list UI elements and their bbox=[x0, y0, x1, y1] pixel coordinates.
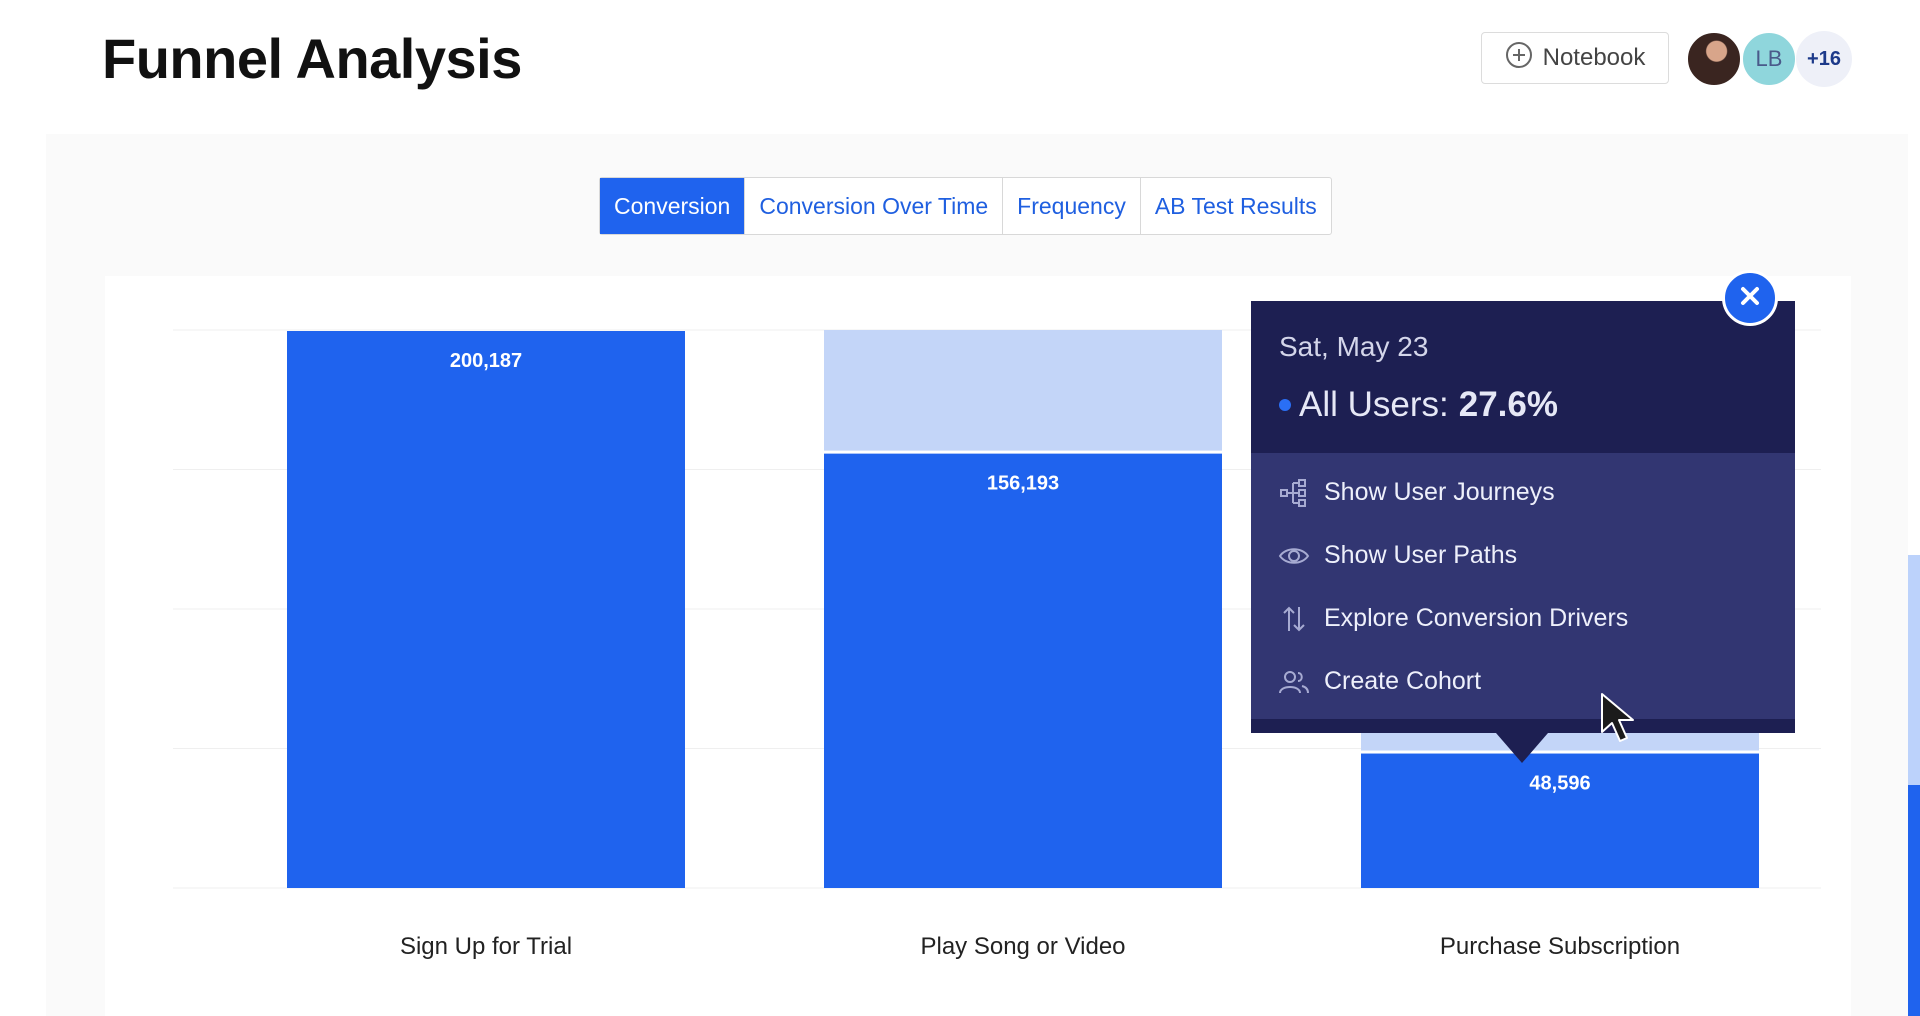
arrows-up-down-icon bbox=[1278, 603, 1310, 635]
left-gutter bbox=[0, 0, 46, 1016]
plus-circle-icon bbox=[1505, 41, 1533, 76]
bar-value-label: 156,193 bbox=[987, 473, 1059, 495]
close-icon bbox=[1738, 284, 1762, 313]
tooltip-action-label: Explore Conversion Drivers bbox=[1324, 604, 1629, 632]
series-dot-icon bbox=[1279, 399, 1291, 411]
bar-separator bbox=[1361, 750, 1759, 754]
avatar[interactable] bbox=[1686, 31, 1742, 87]
bar-separator bbox=[824, 450, 1222, 454]
tooltip-action-label: Show User Journeys bbox=[1324, 478, 1555, 506]
add-to-notebook-button[interactable]: Notebook bbox=[1481, 32, 1669, 84]
dropoff-bar bbox=[824, 330, 1222, 453]
tooltip-pointer bbox=[1496, 733, 1548, 763]
conversion-bar bbox=[287, 331, 685, 888]
x-axis-category-label: Purchase Subscription bbox=[1440, 933, 1680, 960]
close-tooltip-button[interactable] bbox=[1722, 270, 1778, 326]
conversion-bar bbox=[824, 453, 1222, 888]
create-cohort-item[interactable]: Create Cohort bbox=[1251, 650, 1795, 713]
view-tabs: Conversion Conversion Over Time Frequenc… bbox=[599, 177, 1332, 235]
notebook-label: Notebook bbox=[1542, 44, 1646, 71]
show-user-paths-item[interactable]: Show User Paths bbox=[1251, 524, 1795, 587]
tab-ab-test-results[interactable]: AB Test Results bbox=[1141, 178, 1331, 234]
tooltip-action-label: Show User Paths bbox=[1324, 541, 1518, 569]
tooltip-metric: All Users: 27.6% bbox=[1279, 385, 1767, 425]
avatar-overflow-count[interactable]: +16 bbox=[1796, 31, 1852, 87]
tooltip-date: Sat, May 23 bbox=[1279, 331, 1429, 362]
user-journeys-icon bbox=[1278, 477, 1310, 509]
avatar-initials[interactable]: LB bbox=[1741, 31, 1797, 87]
bar-value-label: 200,187 bbox=[450, 350, 522, 372]
page-title: Funnel Analysis bbox=[102, 27, 522, 90]
tab-conversion-over-time[interactable]: Conversion Over Time bbox=[745, 178, 1004, 234]
tooltip-action-label: Create Cohort bbox=[1324, 667, 1482, 695]
x-axis-category-label: Play Song or Video bbox=[920, 933, 1125, 960]
tab-conversion[interactable]: Conversion bbox=[600, 178, 746, 234]
explore-conversion-drivers-item[interactable]: Explore Conversion Drivers bbox=[1251, 587, 1795, 650]
tooltip-series-label: All Users: bbox=[1299, 385, 1449, 424]
users-icon bbox=[1278, 666, 1310, 698]
tooltip-footer bbox=[1251, 719, 1795, 733]
eye-icon bbox=[1278, 540, 1310, 572]
tooltip-series-value: 27.6% bbox=[1458, 385, 1558, 424]
tooltip-actions-menu: Show User Journeys Show User Paths Explo… bbox=[1251, 453, 1795, 719]
x-axis-category-label: Sign Up for Trial bbox=[400, 933, 572, 960]
bar-value-label: 48,596 bbox=[1529, 773, 1590, 795]
mouse-cursor-icon bbox=[1598, 692, 1644, 749]
show-user-journeys-item[interactable]: Show User Journeys bbox=[1251, 461, 1795, 524]
page-header: Funnel Analysis Notebook LB +16 bbox=[46, 0, 1908, 134]
tab-frequency[interactable]: Frequency bbox=[1003, 178, 1141, 234]
tooltip-header: Sat, May 23 All Users: 27.6% bbox=[1251, 301, 1795, 453]
step-tooltip: Sat, May 23 All Users: 27.6% Show User J… bbox=[1251, 301, 1795, 763]
scrollbar-thumb-active[interactable] bbox=[1908, 785, 1920, 1016]
